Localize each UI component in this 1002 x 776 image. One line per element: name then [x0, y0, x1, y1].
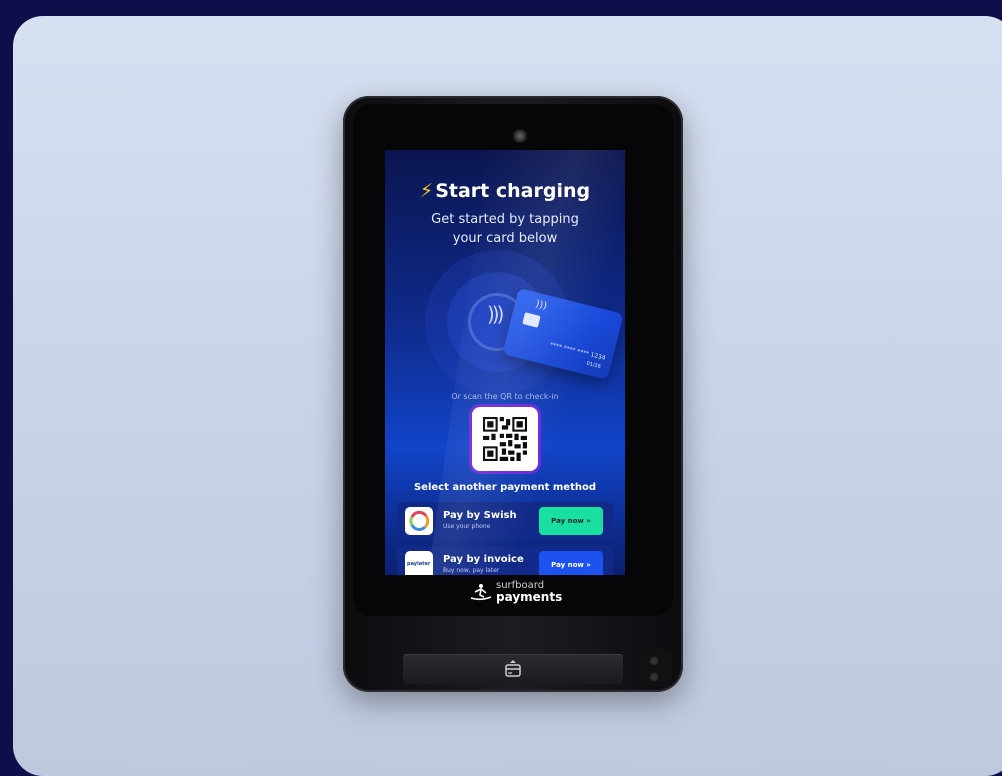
surfer-icon: [470, 584, 492, 601]
page-subtitle: Get started by tapping your card below: [431, 212, 579, 246]
camera-lens-icon: [648, 655, 660, 667]
terminal-screen: ⚡ Start charging Get started by tapping y…: [385, 150, 625, 575]
payment-option-invoice[interactable]: paylater Pay by invoice Buy now, pay lat…: [397, 546, 613, 575]
swish-icon: [409, 510, 430, 531]
other-payment-heading: Select another payment method: [413, 482, 597, 493]
card-expiry: 01/26: [585, 360, 602, 370]
front-camera-icon: [513, 129, 527, 143]
qr-code-icon: [483, 417, 527, 461]
brand-logo: surfboard payments: [470, 581, 562, 603]
brand-line2: payments: [496, 590, 563, 604]
paylater-logo: paylater: [405, 551, 433, 575]
card-reader-slot[interactable]: [403, 654, 623, 684]
payment-terminal: ⚡ Start charging Get started by tapping y…: [343, 96, 683, 692]
payment-subtitle: Buy now, pay later: [443, 567, 500, 574]
pay-now-invoice-button[interactable]: Pay now »: [539, 551, 603, 575]
payment-option-swish[interactable]: Pay by Swish Use your phone Pay now »: [397, 502, 613, 540]
camera-lens-icon: [648, 671, 660, 683]
card-insert-icon: [505, 660, 521, 677]
card-chip-icon: [522, 312, 541, 328]
paylater-logo-text: paylater: [407, 561, 431, 567]
qr-code[interactable]: [472, 407, 538, 471]
pay-now-swish-button[interactable]: Pay now »: [539, 507, 603, 535]
payment-title: Pay by invoice: [443, 554, 524, 565]
qr-hint: Or scan the QR to check-in: [451, 392, 559, 401]
contactless-waves-icon: ))): [487, 302, 505, 326]
payment-title: Pay by Swish: [443, 510, 517, 521]
contactless-icon: ))): [534, 298, 549, 313]
swish-logo: [405, 507, 433, 535]
payment-subtitle: Use your phone: [443, 523, 491, 530]
page-title: ⚡ Start charging: [419, 180, 591, 202]
lightning-bolt-icon: ⚡: [419, 180, 434, 202]
side-camera: [636, 649, 672, 687]
card-number: **** **** **** 1234: [549, 341, 607, 362]
